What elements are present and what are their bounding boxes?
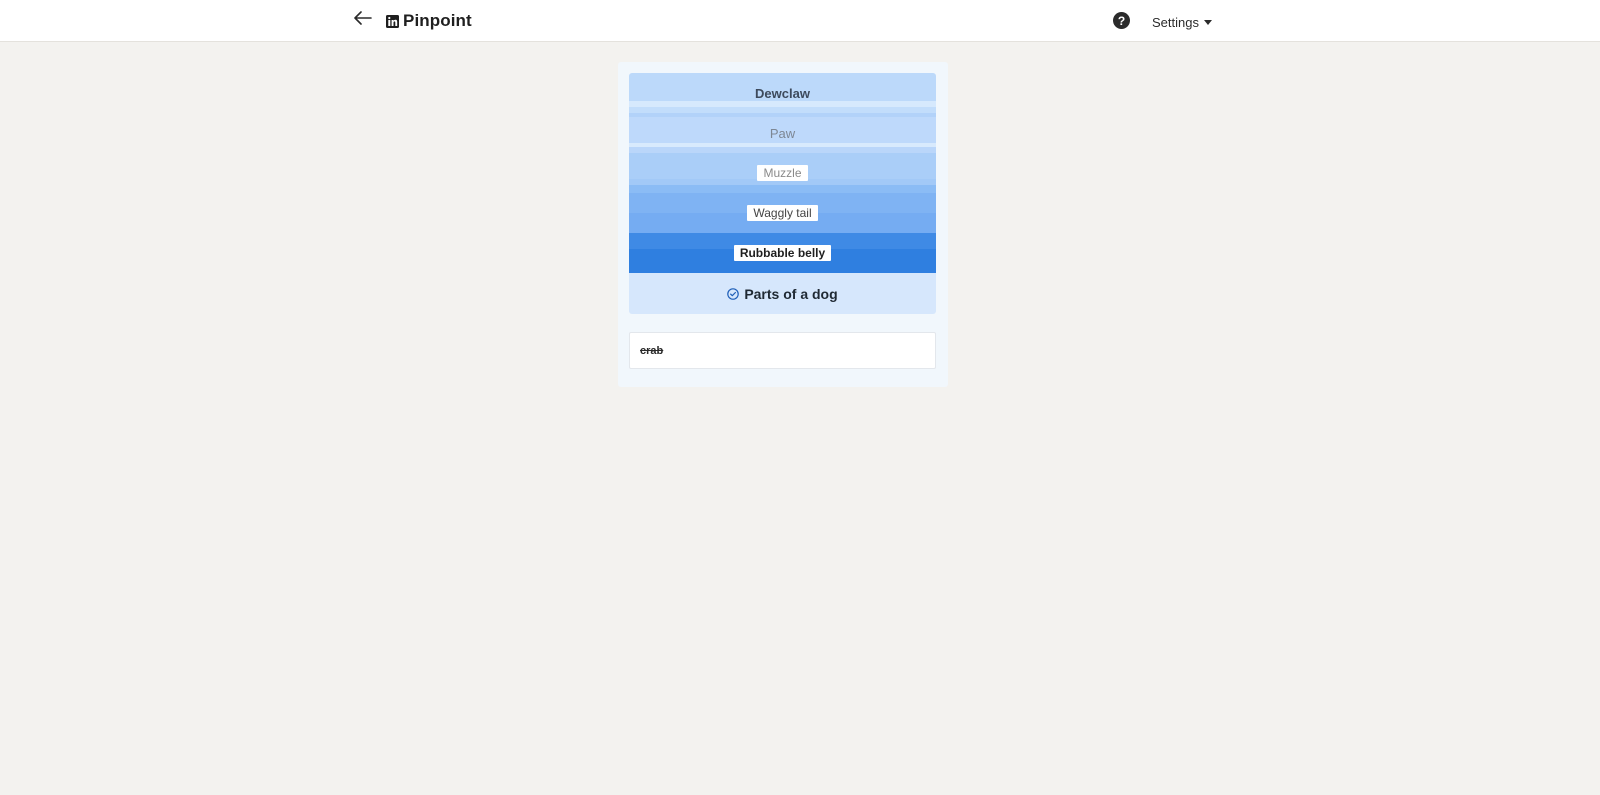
settings-label: Settings [1152,14,1199,30]
settings-dropdown[interactable]: Settings [1152,13,1212,31]
linkedin-icon [386,14,399,28]
clue-chip: Waggly tail [747,205,818,221]
caret-down-icon [1203,20,1212,25]
top-navbar: Pinpoint ? Settings [0,0,1600,42]
question-circle-icon: ? [1117,13,1126,28]
guess-list-item: crab [629,332,936,369]
game-panel: Dewclaw Paw Muzzle Waggly tail Rubbable … [618,62,948,387]
clue-row-3: Muzzle [629,153,936,193]
answer-content: Parts of a dog [727,285,838,302]
clue-row-4: Waggly tail [629,193,936,233]
brand: Pinpoint [386,9,472,33]
back-button[interactable] [352,9,374,31]
app-title: Pinpoint [403,11,472,30]
clue-text: Paw [769,125,796,141]
clue-chip: Muzzle [757,165,808,181]
help-button[interactable]: ? [1113,12,1130,29]
answer-row: Parts of a dog [629,273,936,314]
answer-text: Parts of a dog [744,285,838,302]
clue-row-5: Rubbable belly [629,233,936,273]
clue-chip: Rubbable belly [733,245,832,261]
clue-row-1: Dewclaw [629,73,936,113]
check-circle-icon [727,287,740,300]
clue-text: Dewclaw [755,85,810,101]
incorrect-guess: crab [640,344,664,357]
clue-row-2: Paw [629,113,936,153]
arrow-left-icon [354,10,372,30]
clue-stack: Dewclaw Paw Muzzle Waggly tail Rubbable … [629,73,936,314]
